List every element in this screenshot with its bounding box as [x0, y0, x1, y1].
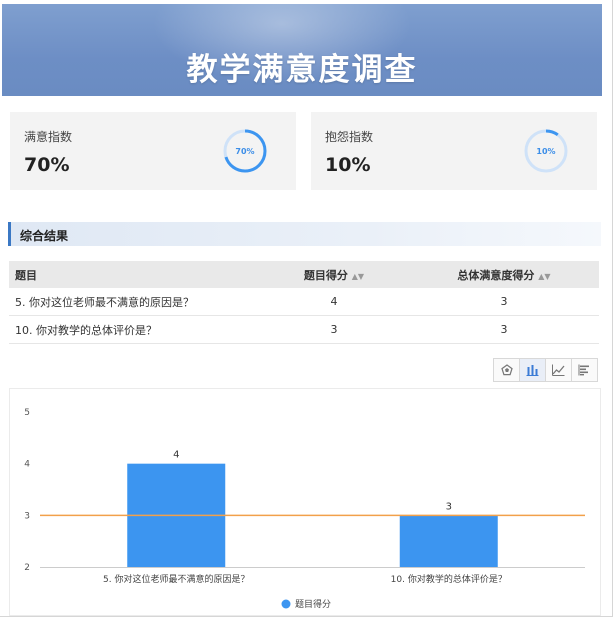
col-header-score[interactable]: 题目得分 ▲▼	[259, 261, 409, 288]
section-title: 综合结果	[20, 229, 69, 243]
pentagon-icon[interactable]	[493, 358, 520, 382]
col-header-overall[interactable]: 总体满意度得分 ▲▼	[409, 261, 599, 288]
cell-overall: 3	[409, 288, 599, 316]
complaint-label: 抱怨指数	[325, 130, 374, 144]
page-title: 教学满意度调查	[186, 52, 418, 88]
cell-overall: 3	[409, 315, 599, 344]
line-chart-icon[interactable]	[545, 358, 572, 382]
data-label: 3	[446, 501, 452, 512]
data-label: 4	[173, 450, 179, 461]
complaint-ring-label: 10%	[536, 147, 555, 156]
section-header: 综合结果	[8, 222, 601, 246]
results-table: 题目 题目得分 ▲▼ 总体满意度得分 ▲▼ 5. 你对这位老师最不满意的原因是？…	[9, 261, 599, 344]
table-header-row: 题目 题目得分 ▲▼ 总体满意度得分 ▲▼	[9, 261, 599, 288]
satisfaction-value: 70%	[24, 154, 70, 176]
legend-label: 题目得分	[295, 598, 331, 610]
cell-question: 10. 你对教学的总体评价是？	[9, 315, 259, 344]
bar-chart: 2 3 4 5 4 5. 你对这位老师最不满意的原因是？ 3 10. 你对教学的总体评价是？ 题…	[24, 408, 585, 610]
cell-score: 4	[259, 288, 409, 316]
header-banner: 教学满意度调查	[2, 4, 602, 96]
sort-icon[interactable]: ▲▼	[352, 272, 364, 281]
bar	[399, 515, 498, 567]
complaint-ring: 10%	[524, 129, 568, 173]
sort-icon[interactable]: ▲▼	[538, 272, 550, 281]
chart-type-toolbar	[493, 358, 598, 382]
x-tick-label: 10. 你对教学的总体评价是？	[391, 573, 507, 585]
cell-score: 3	[259, 315, 409, 344]
y-tick-label: 3	[24, 511, 30, 521]
complaint-card: 抱怨指数 10% 10%	[311, 112, 597, 190]
col-header-overall-label: 总体满意度得分	[457, 268, 535, 282]
legend-marker	[281, 599, 291, 609]
cell-question: 5. 你对这位老师最不满意的原因是？	[9, 288, 259, 316]
y-tick-label: 5	[24, 408, 30, 418]
chart-container: 2 3 4 5 4 5. 你对这位老师最不满意的原因是？ 3 10. 你对教学的总体评价是？ 题…	[9, 388, 601, 616]
table-row: 10. 你对教学的总体评价是？ 3 3	[9, 315, 599, 344]
satisfaction-label: 满意指数	[24, 130, 73, 144]
satisfaction-card: 满意指数 70% 70%	[10, 112, 296, 190]
horizontal-bar-icon[interactable]	[571, 358, 598, 382]
y-tick-label: 4	[24, 460, 30, 470]
satisfaction-ring: 70%	[223, 129, 267, 173]
satisfaction-ring-label: 70%	[235, 147, 254, 156]
table-row: 5. 你对这位老师最不满意的原因是？ 4 3	[9, 288, 599, 316]
col-header-question: 题目	[9, 261, 259, 288]
col-header-score-label: 题目得分	[303, 268, 348, 282]
y-tick-label: 2	[24, 563, 30, 573]
x-tick-label: 5. 你对这位老师最不满意的原因是？	[103, 573, 249, 585]
bar-chart-icon[interactable]	[519, 358, 546, 382]
complaint-value: 10%	[325, 154, 371, 176]
